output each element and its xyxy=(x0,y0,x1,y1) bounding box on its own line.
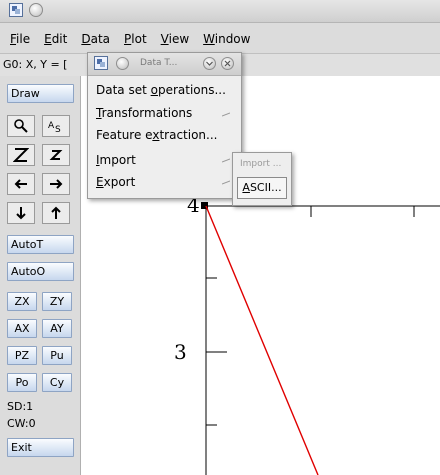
svg-text:A: A xyxy=(48,121,55,131)
cy-button[interactable]: Cy xyxy=(42,373,72,392)
menu-data[interactable]: Data xyxy=(74,32,117,46)
arrow-down-icon[interactable] xyxy=(7,202,35,224)
menu-edit[interactable]: Edit xyxy=(37,32,74,46)
draw-button[interactable]: Draw xyxy=(7,84,74,103)
import-submenu: Import ... ASCII... xyxy=(232,152,292,206)
popup-title: Data T... xyxy=(140,58,178,68)
popup-menu-button[interactable] xyxy=(116,57,129,70)
ay-button[interactable]: AY xyxy=(42,319,72,338)
menu-item-import[interactable]: Import xyxy=(96,153,136,167)
pz-button[interactable]: PZ xyxy=(7,346,37,365)
exit-button[interactable]: Exit xyxy=(7,438,74,457)
menu-plot[interactable]: Plot xyxy=(117,32,154,46)
text-icon[interactable]: AS xyxy=(42,115,70,137)
close-icon[interactable] xyxy=(221,57,234,70)
arrow-up-icon[interactable] xyxy=(42,202,70,224)
menu-item-data-set-operations[interactable]: Data set operations... xyxy=(96,83,226,97)
sd-indicator: SD:1 xyxy=(7,400,34,413)
pu-button[interactable]: Pu xyxy=(42,346,72,365)
window-titlebar xyxy=(0,0,440,23)
locator-text: G0: X, Y = [ xyxy=(3,58,68,71)
zoom-icon[interactable] xyxy=(7,115,35,137)
submenu-arrow-icon xyxy=(222,158,230,163)
zoom-z-large-icon[interactable] xyxy=(7,144,35,166)
zx-button[interactable]: ZX xyxy=(7,292,37,311)
app-icon[interactable] xyxy=(9,3,23,17)
ytick-label-3: 3 xyxy=(174,340,187,364)
menu-item-ascii[interactable]: ASCII... xyxy=(237,177,287,199)
cw-indicator: CW:0 xyxy=(7,417,36,430)
arrow-left-icon[interactable] xyxy=(7,173,35,195)
menubar: File Edit Data Plot View Window xyxy=(0,28,440,50)
import-submenu-title: Import ... xyxy=(240,159,282,169)
menu-view[interactable]: View xyxy=(154,32,196,46)
autot-button[interactable]: AutoT xyxy=(7,235,74,254)
minimize-icon[interactable] xyxy=(203,57,216,70)
autoo-button[interactable]: AutoO xyxy=(7,262,74,281)
submenu-arrow-icon xyxy=(222,112,230,117)
window-menu-button[interactable] xyxy=(29,3,43,17)
menu-window[interactable]: Window xyxy=(196,32,257,46)
svg-text:S: S xyxy=(55,125,61,134)
menu-item-transformations[interactable]: Transformations xyxy=(96,106,192,120)
ax-button[interactable]: AX xyxy=(7,319,37,338)
menu-item-feature-extraction[interactable]: Feature extraction... xyxy=(96,128,217,142)
data-set-line[interactable] xyxy=(205,205,319,475)
left-toolbar: Draw AS AutoT AutoO ZX ZY AX AY PZ Pu Po… xyxy=(0,76,81,475)
popup-titlebar: Data T... xyxy=(88,53,241,76)
menu-file[interactable]: File xyxy=(0,32,37,46)
submenu-arrow-icon xyxy=(222,180,230,185)
zoom-z-small-icon[interactable] xyxy=(42,144,70,166)
menu-item-export[interactable]: Export xyxy=(96,175,135,189)
data-menu-popup: Data T... Data set operations... Transfo… xyxy=(87,52,242,199)
zy-button[interactable]: ZY xyxy=(42,292,72,311)
po-button[interactable]: Po xyxy=(7,373,37,392)
arrow-right-icon[interactable] xyxy=(42,173,70,195)
popup-app-icon[interactable] xyxy=(94,56,108,70)
